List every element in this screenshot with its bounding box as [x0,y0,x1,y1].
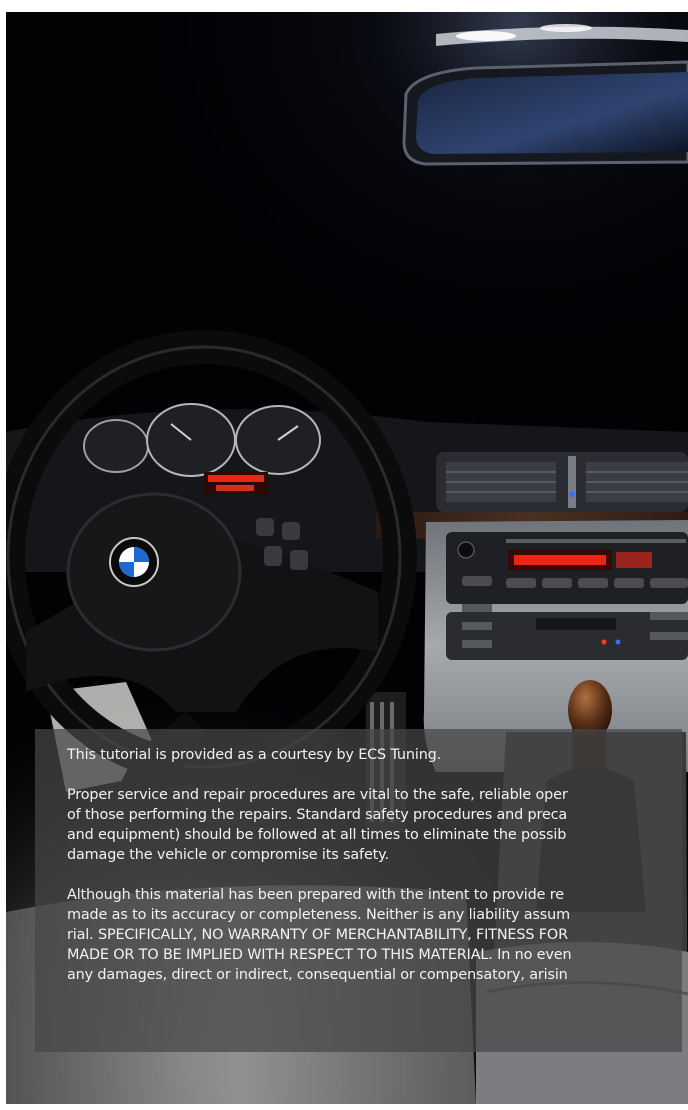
bmw-logo [109,537,159,587]
disclaimer-intro: This tutorial is provided as a courtesy … [67,747,442,763]
disclaimer-line: Proper service and repair procedures are… [67,787,568,803]
disclaimer-line: Although this material has been prepared… [67,887,564,903]
disclaimer-line: any damages, direct or indirect, consequ… [67,967,568,983]
disclaimer-line: damage the vehicle or compromise its saf… [67,847,389,863]
disclaimer-overlay: This tutorial is provided as a courtesy … [35,729,682,1052]
disclaimer-line: rial. SPECIFICALLY, NO WARRANTY OF MERCH… [67,927,568,943]
disclaimer-line: and equipment) should be followed at all… [67,827,567,843]
disclaimer-line: of those performing the repairs. Standar… [67,807,568,823]
disclaimer-line: MADE OR TO BE IMPLIED WITH RESPECT TO TH… [67,947,572,963]
air-vents [436,452,688,512]
disclaimer-line: made as to its accuracy or completeness.… [67,907,570,923]
